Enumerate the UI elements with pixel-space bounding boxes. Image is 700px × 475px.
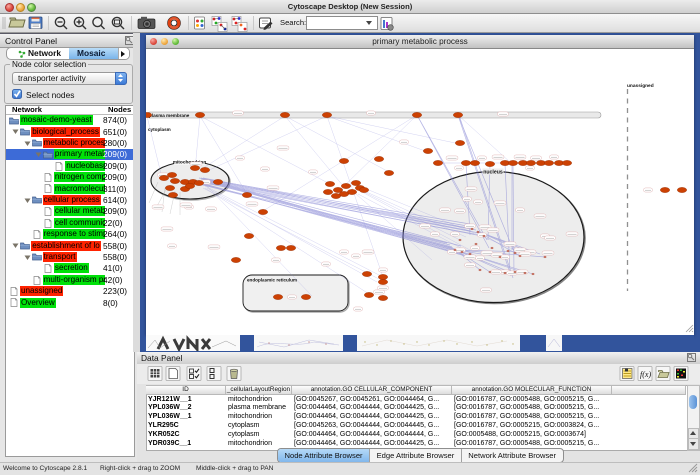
svg-text:cytoplasm: cytoplasm: [148, 127, 171, 132]
svg-text:plasma membrane: plasma membrane: [149, 113, 190, 118]
svg-text:unassigned: unassigned: [627, 83, 654, 89]
svg-text:f(x): f(x): [640, 370, 651, 379]
svg-text:endoplasmic reticulum: endoplasmic reticulum: [247, 278, 297, 283]
svg-text:nucleus: nucleus: [483, 170, 503, 176]
